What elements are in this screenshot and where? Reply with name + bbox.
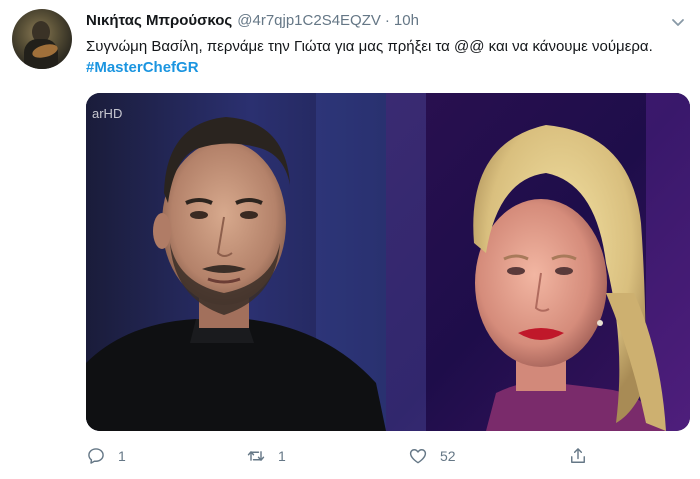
like-count: 52	[440, 448, 456, 464]
tweet-card[interactable]: Νικήτας Μπρούσκος @4r7qjp1C2S4EQZV · 10h Συ…	[0, 0, 700, 479]
retweet-count: 1	[278, 448, 286, 464]
like-button[interactable]: 52	[408, 444, 456, 468]
retweet-icon	[247, 451, 265, 461]
comment-icon	[88, 448, 104, 464]
reply-button[interactable]: 1	[86, 444, 126, 468]
reply-count: 1	[118, 448, 126, 464]
tweet-actions: 1 1 52	[86, 444, 686, 468]
media-illustration	[86, 93, 690, 431]
hashtag-link[interactable]: #MasterChefGR	[86, 59, 199, 76]
author-name[interactable]: Νικήτας Μπρούσκος	[86, 12, 232, 29]
tweet-media-image[interactable]: arHD	[86, 93, 690, 431]
heart-icon	[409, 449, 427, 464]
share-button[interactable]	[568, 444, 588, 468]
share-icon	[571, 448, 585, 463]
tweet-text: Συγνώμη Βασίλη, περνάμε την Γιώτα για μα…	[86, 36, 686, 78]
author-handle[interactable]: @4r7qjp1C2S4EQZV	[237, 12, 381, 29]
tweet-body: Συγνώμη Βασίλη, περνάμε την Γιώτα για μα…	[86, 38, 653, 55]
tweet-header: Νικήτας Μπρούσκος @4r7qjp1C2S4EQZV · 10h	[86, 12, 419, 29]
avatar[interactable]	[12, 9, 72, 69]
chevron-down-icon[interactable]	[670, 14, 686, 30]
tweet-timestamp[interactable]: 10h	[394, 12, 419, 29]
channel-watermark: arHD	[92, 106, 123, 121]
header-separator: ·	[384, 12, 390, 29]
retweet-button[interactable]: 1	[246, 444, 286, 468]
